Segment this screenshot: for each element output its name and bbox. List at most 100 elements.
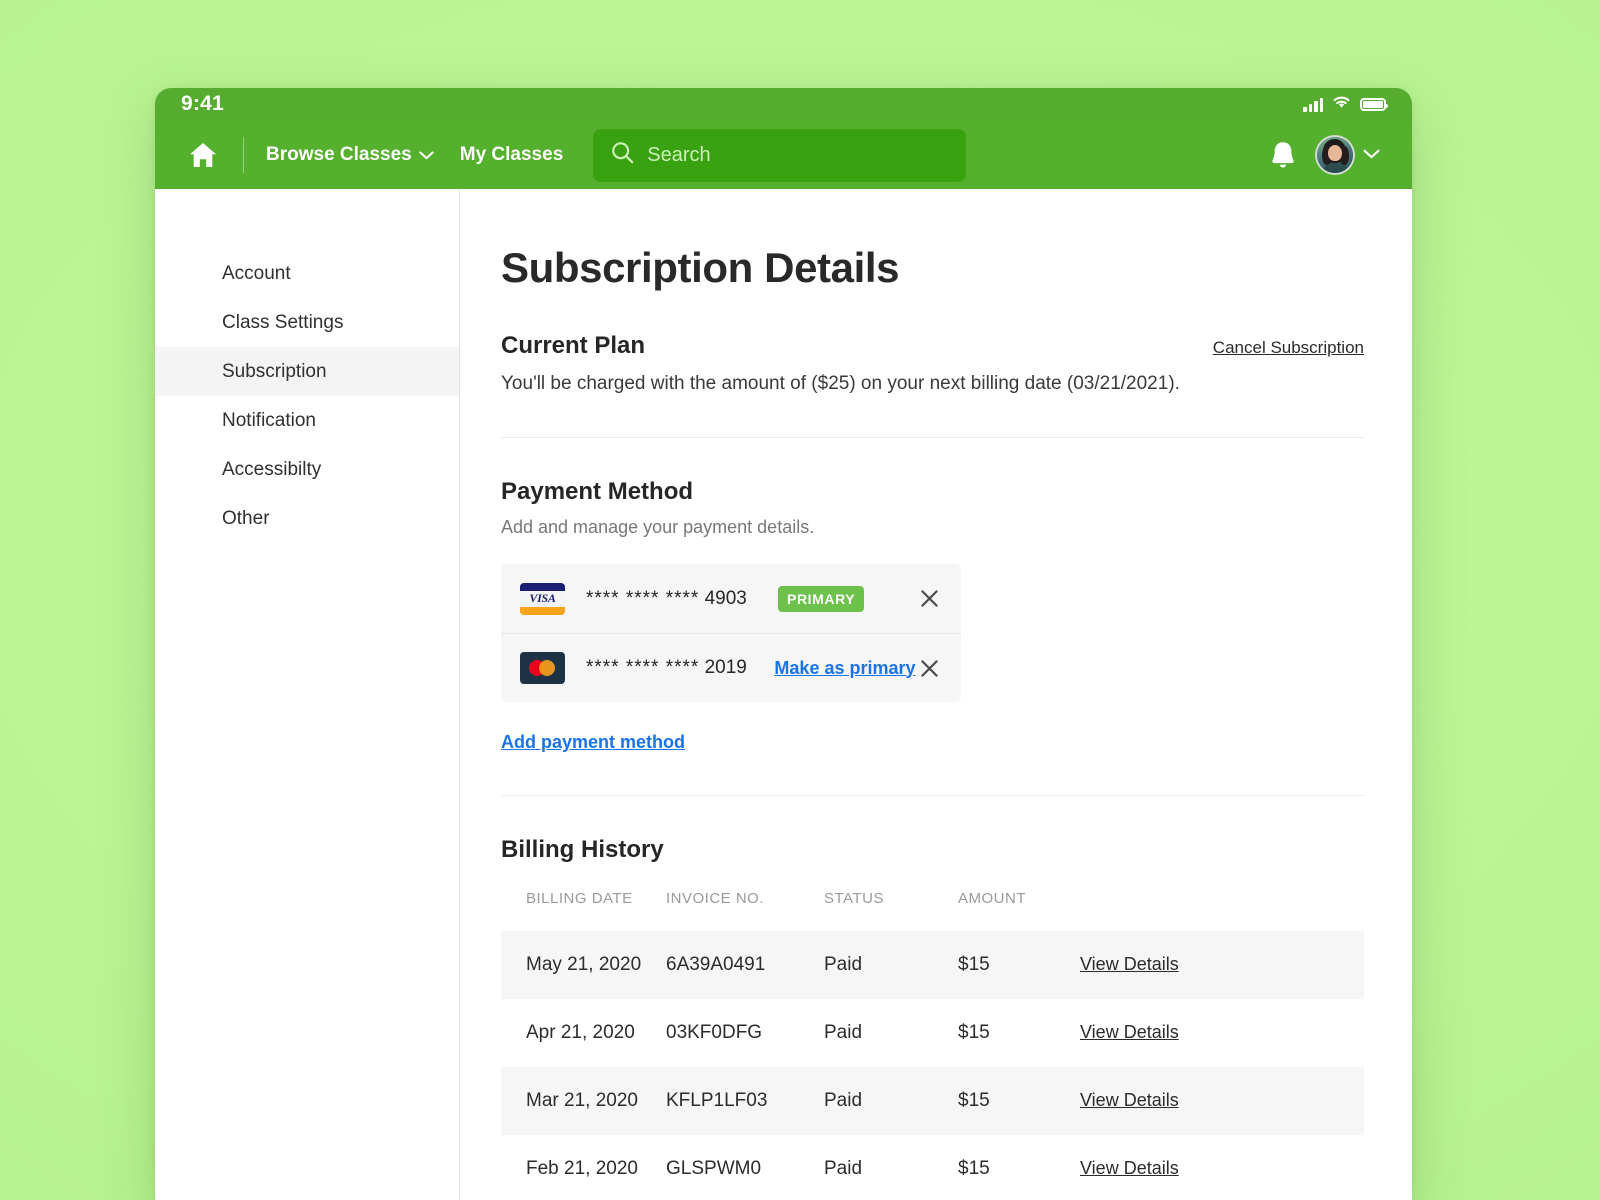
sidebar: Account Class Settings Subscription Noti… [155, 189, 460, 1200]
billing-history-title: Billing History [501, 836, 664, 863]
table-row: Feb 21, 2020 GLSPWM0 Paid $15 View Detai… [501, 1135, 1364, 1200]
card-number-mask: **** **** **** [586, 587, 700, 609]
current-plan-section: Current Plan Cancel Subscription You'll … [501, 332, 1364, 395]
payment-method-section: Payment Method Add and manage your payme… [501, 438, 1364, 753]
status-badge: PRIMARY [778, 585, 865, 612]
payment-card-row[interactable]: **** **** **** 2019 Make as primary [501, 633, 961, 702]
view-details-link[interactable]: View Details [1080, 1090, 1179, 1110]
sidebar-item-other[interactable]: Other [155, 494, 459, 543]
status-bar-icons [1303, 95, 1388, 114]
cell-status: Paid [824, 1158, 863, 1179]
nav-browse-classes[interactable]: Browse Classes [266, 144, 434, 166]
cell-invoice-no: GLSPWM0 [666, 1158, 762, 1179]
sidebar-item-account[interactable]: Account [155, 249, 459, 298]
billing-history-table: BILLING DATE INVOICE NO. STATUS AMOUNT M… [501, 890, 1364, 1200]
status-bar: 9:41 [155, 88, 1412, 121]
sidebar-item-label: Other [222, 507, 270, 529]
profile-menu[interactable] [1315, 135, 1380, 175]
page-title: Subscription Details [501, 244, 900, 291]
close-icon[interactable] [915, 585, 943, 613]
view-details-link[interactable]: View Details [1080, 1158, 1179, 1178]
column-header-billing-date: BILLING DATE [526, 890, 633, 907]
card-number: **** **** **** 4903 [586, 588, 778, 610]
close-icon[interactable] [916, 654, 943, 682]
app-window: 9:41 Browse Classes My Classes Search Ac… [155, 88, 1412, 1200]
content-area: Account Class Settings Subscription Noti… [155, 189, 1412, 1200]
card-number-last4: 2019 [704, 657, 747, 678]
visa-logo-text: VISA [529, 591, 556, 605]
card-number: **** **** **** 2019 [586, 657, 774, 679]
cell-amount: $15 [958, 1022, 990, 1043]
nav-my-classes-label: My Classes [459, 144, 564, 165]
cancel-subscription-link[interactable]: Cancel Subscription [1213, 338, 1364, 358]
sidebar-item-label: Subscription [222, 360, 327, 382]
cell-billing-date: Apr 21, 2020 [526, 1022, 635, 1043]
nav-divider [243, 137, 244, 173]
nav-my-classes[interactable]: My Classes [460, 144, 564, 166]
column-header-status: STATUS [824, 890, 884, 907]
cell-status: Paid [824, 954, 863, 975]
sidebar-item-label: Notification [222, 409, 316, 431]
chevron-down-icon [1363, 146, 1380, 164]
payment-card-list: VISA **** **** **** 4903 PRIMARY **** **… [501, 564, 961, 702]
payment-card-row[interactable]: VISA **** **** **** 4903 PRIMARY [501, 564, 961, 633]
home-icon[interactable] [181, 133, 225, 177]
sidebar-item-label: Class Settings [222, 311, 344, 333]
payment-method-subtitle: Add and manage your payment details. [501, 517, 815, 537]
cell-billing-date: Mar 21, 2020 [526, 1090, 638, 1111]
search-placeholder: Search [647, 143, 711, 166]
table-header-row: BILLING DATE INVOICE NO. STATUS AMOUNT [501, 890, 1364, 931]
battery-icon [1360, 98, 1388, 111]
current-plan-title: Current Plan [501, 332, 646, 359]
search-icon [611, 141, 634, 169]
sidebar-menu: Account Class Settings Subscription Noti… [155, 249, 459, 543]
avatar[interactable] [1315, 135, 1355, 175]
cell-invoice-no: KFLP1LF03 [666, 1090, 768, 1111]
signal-icon [1303, 97, 1323, 112]
table-row: Mar 21, 2020 KFLP1LF03 Paid $15 View Det… [501, 1067, 1364, 1135]
cell-invoice-no: 6A39A0491 [666, 954, 766, 975]
billing-history-section: Billing History BILLING DATE INVOICE NO.… [501, 796, 1364, 1200]
bell-icon[interactable] [1269, 140, 1297, 170]
payment-method-title: Payment Method [501, 478, 694, 505]
mastercard-card-icon [520, 652, 565, 684]
status-bar-time: 9:41 [181, 92, 224, 115]
chevron-down-icon [419, 144, 434, 166]
cell-status: Paid [824, 1090, 863, 1111]
table-row: May 21, 2020 6A39A0491 Paid $15 View Det… [501, 931, 1364, 999]
cell-billing-date: Feb 21, 2020 [526, 1158, 638, 1179]
view-details-link[interactable]: View Details [1080, 1022, 1179, 1042]
cell-billing-date: May 21, 2020 [526, 954, 642, 975]
table-body: May 21, 2020 6A39A0491 Paid $15 View Det… [501, 931, 1364, 1200]
cell-amount: $15 [958, 1090, 990, 1111]
sidebar-item-label: Accessibilty [222, 458, 322, 480]
column-header-action [1080, 890, 1364, 931]
nav-right-group [1269, 135, 1390, 175]
current-plan-description: You'll be charged with the amount of ($2… [501, 373, 1180, 394]
column-header-amount: AMOUNT [958, 890, 1026, 907]
current-plan-header: Current Plan Cancel Subscription [501, 332, 1364, 360]
cell-invoice-no: 03KF0DFG [666, 1022, 763, 1043]
add-payment-method-link[interactable]: Add payment method [501, 732, 685, 753]
navigation-bar: Browse Classes My Classes Search [155, 121, 1412, 189]
cell-amount: $15 [958, 1158, 990, 1179]
sidebar-item-label: Account [222, 262, 291, 284]
card-number-mask: **** **** **** [586, 657, 700, 678]
table-header: BILLING DATE INVOICE NO. STATUS AMOUNT [501, 890, 1364, 931]
sidebar-item-accessibility[interactable]: Accessibilty [155, 445, 459, 494]
sidebar-item-subscription[interactable]: Subscription [155, 347, 459, 396]
view-details-link[interactable]: View Details [1080, 954, 1179, 974]
wifi-icon [1332, 95, 1351, 114]
cell-status: Paid [824, 1022, 863, 1043]
visa-card-icon: VISA [520, 582, 565, 615]
main-panel: Subscription Details Current Plan Cancel… [460, 189, 1412, 1200]
nav-browse-classes-label: Browse Classes [266, 144, 412, 165]
make-as-primary-link[interactable]: Make as primary [774, 658, 915, 679]
table-row: Apr 21, 2020 03KF0DFG Paid $15 View Deta… [501, 999, 1364, 1067]
search-input[interactable]: Search [593, 128, 967, 182]
card-number-last4: 4903 [704, 587, 747, 609]
column-header-invoice-no: INVOICE NO. [666, 890, 765, 907]
sidebar-item-notification[interactable]: Notification [155, 396, 459, 445]
cell-amount: $15 [958, 954, 990, 975]
sidebar-item-class-settings[interactable]: Class Settings [155, 298, 459, 347]
